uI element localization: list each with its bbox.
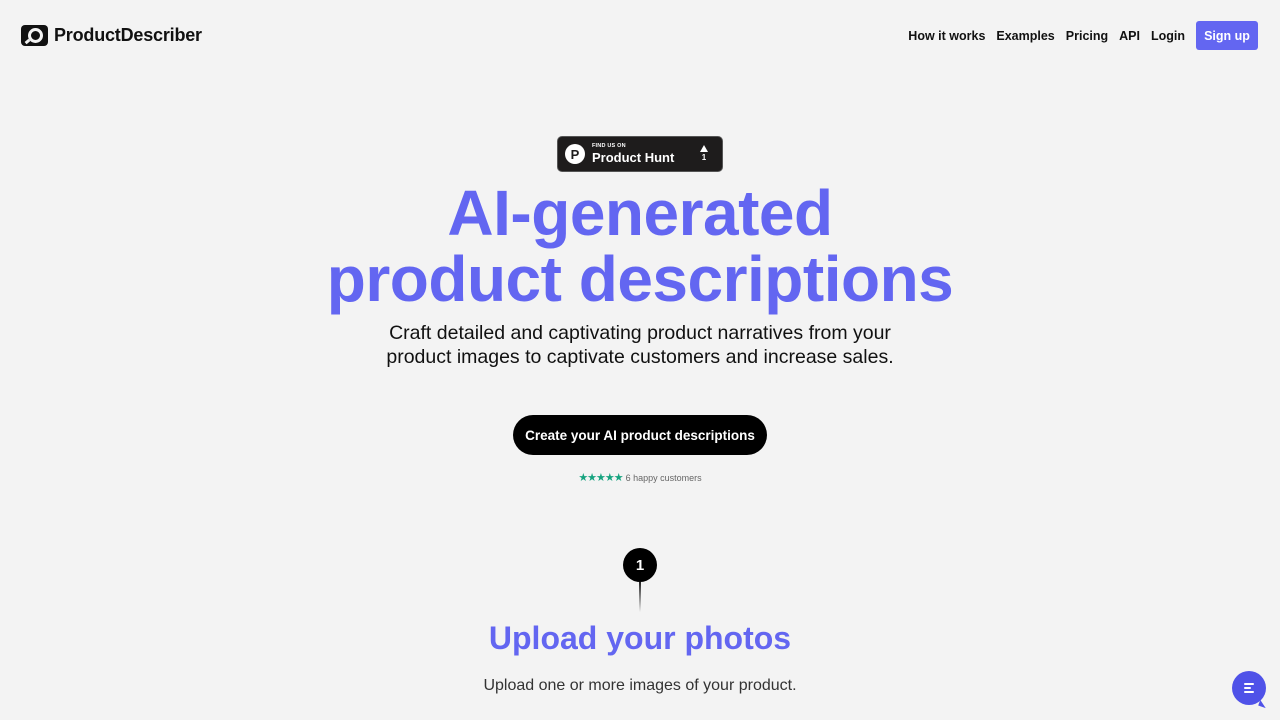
- signup-button[interactable]: Sign up: [1196, 21, 1258, 50]
- star-rating-icon: ★★★★★: [578, 472, 623, 484]
- main-nav: How it works Examples Pricing API Login …: [897, 21, 1258, 50]
- nav-how-it-works[interactable]: How it works: [908, 29, 985, 43]
- step-title: Upload your photos: [488, 620, 792, 656]
- brand-name: ProductDescriber: [54, 25, 202, 45]
- upvote-arrow-icon: [700, 145, 708, 153]
- rating-text: 6 happy customers: [625, 472, 702, 483]
- nav-pricing[interactable]: Pricing: [1066, 29, 1108, 43]
- nav-api[interactable]: API: [1119, 29, 1140, 43]
- step-description: Upload one or more images of your produc…: [483, 677, 797, 694]
- hero-subtitle: Craft detailed and captivating product n…: [386, 322, 894, 368]
- vote-count: 1: [701, 153, 707, 163]
- headline-line-1: AI-generated: [447, 177, 833, 249]
- step-connector-line: [639, 582, 641, 612]
- product-hunt-badge[interactable]: P FIND US ON Product Hunt 1: [557, 136, 723, 172]
- product-hunt-name: Product Hunt: [592, 150, 675, 166]
- nav-examples[interactable]: Examples: [996, 29, 1054, 43]
- create-descriptions-button[interactable]: Create your AI product descriptions: [513, 415, 767, 455]
- product-hunt-logo-icon: P: [565, 144, 585, 164]
- step-number-badge: 1: [623, 548, 657, 582]
- nav-login[interactable]: Login: [1151, 29, 1185, 43]
- product-hunt-small-text: FIND US ON: [592, 142, 626, 149]
- chat-widget-button[interactable]: [1232, 671, 1266, 705]
- logo-icon: [21, 25, 48, 46]
- product-hunt-text: FIND US ON Product Hunt: [592, 142, 675, 166]
- headline-line-2: product descriptions: [326, 243, 954, 315]
- customer-rating: ★★★★★ 6 happy customers: [0, 471, 1280, 484]
- brand-logo[interactable]: ProductDescriber: [21, 25, 202, 46]
- chat-icon: [1244, 683, 1254, 693]
- product-hunt-votes: 1: [700, 145, 708, 163]
- header: ProductDescriber How it works Examples P…: [0, 0, 1280, 72]
- hero-headline: AI-generated product descriptions: [0, 180, 1280, 312]
